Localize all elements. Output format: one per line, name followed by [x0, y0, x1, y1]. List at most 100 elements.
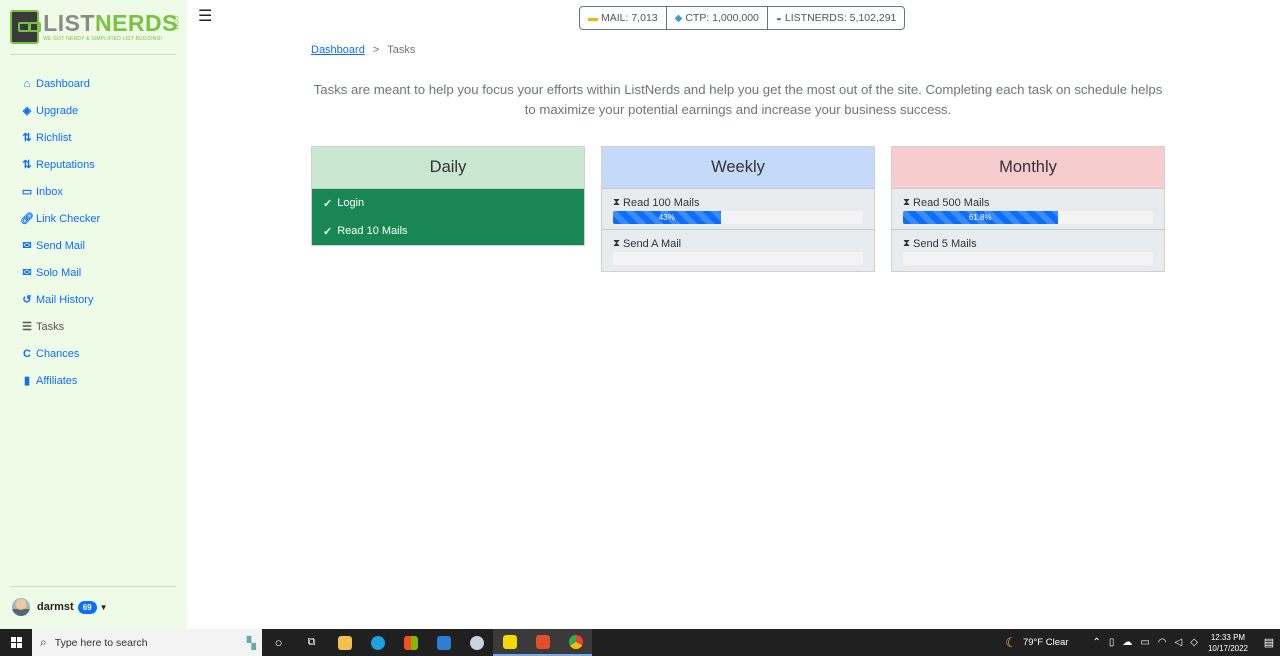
breadcrumb-dashboard-link[interactable]: Dashboard — [311, 44, 365, 56]
brave-icon[interactable] — [526, 629, 559, 656]
user-menu[interactable]: darmst 69 ▼ — [12, 598, 108, 616]
sidebar-item-inbox[interactable]: ▭ Inbox — [20, 178, 100, 205]
sidebar-item-richlist[interactable]: ⇅ Richlist — [20, 124, 100, 151]
store-icon[interactable] — [394, 629, 427, 656]
sidebar-item-dashboard[interactable]: ⌂ Dashboard — [20, 70, 100, 97]
nerd-icon: ◒ — [775, 12, 782, 24]
breadcrumb-current: Tasks — [387, 44, 416, 56]
task-label: Login — [337, 197, 365, 209]
stat-ctp[interactable]: ◆ CTP: 1,000,000 — [667, 7, 768, 29]
stat-label: MAIL: 7,013 — [601, 12, 658, 24]
weekly-tasks-card: Weekly ⧗ Read 100 Mails 43% ⧗ Send A Mai… — [601, 146, 875, 272]
hourglass-icon: ⧗ — [613, 197, 621, 208]
hourglass-icon: ⧗ — [903, 238, 911, 249]
breadcrumb-separator: > — [372, 44, 380, 56]
sidebar-item-label: Inbox — [36, 185, 63, 198]
search-icon: ⌕ — [40, 635, 47, 649]
start-button[interactable] — [0, 629, 32, 656]
sidebar-item-affiliates[interactable]: ▮ Affiliates — [20, 367, 100, 394]
sidebar-item-reputations[interactable]: ⇅ Reputations — [20, 151, 100, 178]
device-icon[interactable]: ▯ — [1109, 637, 1115, 648]
check-icon: ✓ — [323, 197, 333, 210]
sidebar-item-label: Solo Mail — [36, 266, 82, 279]
notification-center-icon[interactable]: ▤ — [1258, 636, 1280, 649]
stat-listnerds[interactable]: ◒ LISTNERDS: 5,102,291 — [768, 7, 905, 29]
username: darmst — [37, 601, 74, 613]
mail-app-icon[interactable] — [427, 629, 460, 656]
wifi-icon[interactable]: ◠ — [1158, 637, 1167, 648]
brand-name-part1: LIST — [43, 10, 95, 36]
sidebar-item-chances[interactable]: C Chances — [20, 340, 100, 367]
taskbar-clock[interactable]: 12:33 PM 10/17/2022 — [1208, 632, 1248, 654]
task-progress: 43% — [613, 211, 863, 224]
sidebar-item-label: Reputations — [36, 158, 95, 171]
brand-tagline: WE GOT NERDY & SIMPLIFIED LIST BUILDING! — [43, 36, 163, 42]
dropbox-icon[interactable]: ◇ — [1190, 637, 1198, 648]
sidebar-item-link-checker[interactable]: 🔗︎ Link Checker — [20, 205, 100, 232]
gem-icon: ◆ — [674, 12, 683, 24]
sidebar-item-label: Upgrade — [36, 104, 79, 117]
file-explorer-icon[interactable] — [328, 629, 361, 656]
volume-muted-icon[interactable]: ◁ — [1175, 637, 1183, 648]
listnerds-logo[interactable]: LISTNERDS WE GOT NERDY & SIMPLIFIED LIST… — [10, 10, 178, 44]
edge-icon[interactable] — [361, 629, 394, 656]
windows-taskbar: ⌕ Type here to search ▚ ○ ⧉ ☾ 79°F Clear… — [0, 629, 1280, 656]
task-row-completed: ✓ Read 10 Mails — [312, 217, 584, 245]
task-label: Send A Mail — [623, 237, 682, 250]
sidebar-divider — [10, 54, 176, 55]
sidebar-nav: ⌂ Dashboard ◈ Upgrade ⇅ Richlist ⇅ Reput… — [20, 70, 100, 394]
cloud-icon[interactable]: ☁ — [1122, 637, 1132, 648]
monthly-tasks-card: Monthly ⧗ Read 500 Mails 61.8% ⧗ Send 5 … — [891, 146, 1165, 272]
coins-icon: ▬ — [588, 12, 598, 24]
chrome-icon[interactable] — [559, 629, 592, 656]
card-title: Weekly — [602, 147, 874, 189]
taskbar-search[interactable]: ⌕ Type here to search ▚ — [32, 629, 262, 656]
card-title: Monthly — [892, 147, 1164, 189]
sidebar-item-tasks[interactable]: ☰ Tasks — [20, 313, 100, 340]
list-icon: ☰ — [22, 321, 32, 333]
sticky-notes-icon[interactable] — [493, 629, 526, 656]
caret-down-icon: ▼ — [99, 602, 108, 612]
task-progress — [903, 252, 1153, 265]
sidebar-item-label: Chances — [36, 347, 80, 360]
check-icon: ✓ — [323, 225, 333, 238]
history-icon: ↺ — [22, 294, 32, 306]
progress-bar: 61.8% — [903, 211, 1058, 224]
nerd-face-icon — [10, 10, 42, 44]
sidebar-item-label: Mail History — [36, 293, 94, 306]
sidebar-item-label: Tasks — [36, 320, 65, 333]
balance-stats: ▬ MAIL: 7,013 ◆ CTP: 1,000,000 ◒ LISTNER… — [579, 6, 906, 30]
bird-app-icon[interactable] — [460, 629, 493, 656]
task-progress — [613, 252, 863, 265]
task-view-icon[interactable]: ⧉ — [295, 629, 328, 656]
sidebar-divider — [10, 586, 176, 587]
progress-bar: 43% — [613, 211, 721, 224]
link-icon: 🔗︎ — [20, 213, 34, 225]
layers-icon: ◈ — [22, 105, 32, 117]
task-row: ⧗ Send A Mail — [602, 230, 874, 271]
hourglass-icon: ⧗ — [903, 197, 911, 208]
stat-label: LISTNERDS: 5,102,291 — [784, 12, 897, 24]
search-highlight-icon: ▚ — [246, 635, 256, 650]
moon-icon: ☾ — [1005, 634, 1017, 650]
breadcrumb: Dashboard > Tasks — [311, 44, 415, 56]
sidebar-item-solo-mail[interactable]: ✉ Solo Mail — [20, 259, 100, 286]
sidebar: LISTNERDS WE GOT NERDY & SIMPLIFIED LIST… — [0, 0, 187, 629]
battery-icon[interactable]: ▭ — [1140, 637, 1149, 648]
clock-date: 10/17/2022 — [1207, 643, 1248, 653]
sidebar-item-label: Send Mail — [36, 239, 85, 252]
chevron-up-icon[interactable]: ⌃ — [1092, 637, 1100, 648]
cortana-icon[interactable]: ○ — [262, 629, 295, 656]
weather-widget[interactable]: ☾ 79°F Clear — [1005, 635, 1068, 651]
signal-icon: ▮ — [23, 375, 31, 387]
stat-mail[interactable]: ▬ MAIL: 7,013 — [580, 7, 667, 29]
sidebar-item-mail-history[interactable]: ↺ Mail History — [20, 286, 100, 313]
task-label: Read 100 Mails — [623, 196, 700, 209]
weather-text: 79°F Clear — [1022, 637, 1069, 648]
sidebar-item-upgrade[interactable]: ◈ Upgrade — [20, 97, 100, 124]
sidebar-item-send-mail[interactable]: ✉ Send Mail — [20, 232, 100, 259]
inbox-icon: ▭ — [21, 186, 33, 198]
brand-name-part2: NERDS — [94, 10, 178, 36]
menu-toggle-icon[interactable]: ☰ — [198, 6, 212, 26]
envelope-icon: ✉ — [22, 240, 32, 252]
